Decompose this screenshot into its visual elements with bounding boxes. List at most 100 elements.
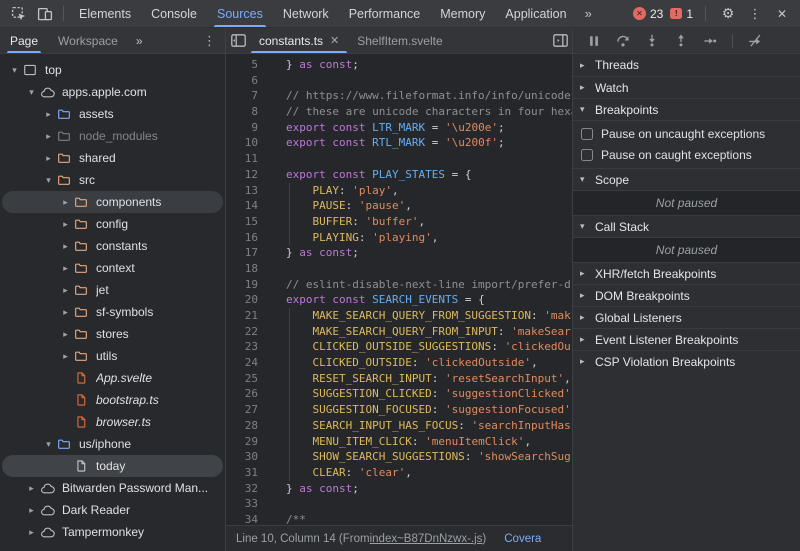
tab-performance[interactable]: Performance: [339, 0, 431, 27]
chevron-down-icon: ▾: [12, 64, 17, 75]
line-number-29[interactable]: 29: [226, 434, 276, 450]
tree-item-dark-reader[interactable]: ▸ Dark Reader: [2, 499, 223, 521]
line-number-33[interactable]: 33: [226, 496, 276, 512]
section-threads[interactable]: ▸ Threads: [573, 54, 800, 76]
line-number-6[interactable]: 6: [226, 73, 276, 89]
checkbox-pause-on-caught-exceptions[interactable]: [581, 148, 593, 161]
more-options-icon[interactable]: ⋮: [745, 3, 765, 25]
line-number-30[interactable]: 30: [226, 449, 276, 465]
inspect-element-icon[interactable]: [6, 2, 32, 26]
navigator-menu-icon[interactable]: ⋮: [194, 33, 225, 49]
section-event-listener-breakpoints[interactable]: ▸ Event Listener Breakpoints: [573, 328, 800, 350]
tab-console[interactable]: Console: [141, 0, 207, 27]
line-number-28[interactable]: 28: [226, 418, 276, 434]
line-number-13[interactable]: 13: [226, 183, 276, 199]
step-into-icon[interactable]: [644, 33, 660, 49]
coverage-link[interactable]: Covera: [504, 533, 541, 545]
line-number-14[interactable]: 14: [226, 198, 276, 214]
tree-item-components[interactable]: ▸ components: [2, 191, 223, 213]
line-number-31[interactable]: 31: [226, 465, 276, 481]
line-number-27[interactable]: 27: [226, 402, 276, 418]
tree-item-app-svelte[interactable]: App.svelte: [2, 367, 223, 389]
tree-item-utils[interactable]: ▸ utils: [2, 345, 223, 367]
checkbox-row-pause-on-caught-exceptions[interactable]: Pause on caught exceptions: [573, 144, 800, 165]
section-watch[interactable]: ▸ Watch: [573, 76, 800, 98]
line-number-10[interactable]: 10: [226, 135, 276, 151]
section-global-listeners[interactable]: ▸ Global Listeners: [573, 306, 800, 328]
line-number-23[interactable]: 23: [226, 339, 276, 355]
tree-item-constants[interactable]: ▸ constants: [2, 235, 223, 257]
tree-item-config[interactable]: ▸ config: [2, 213, 223, 235]
close-tab-icon[interactable]: ✕: [330, 34, 339, 47]
tree-item-bootstrap-ts[interactable]: bootstrap.ts: [2, 389, 223, 411]
line-number-24[interactable]: 24: [226, 355, 276, 371]
section-csp-violation-breakpoints[interactable]: ▸ CSP Violation Breakpoints: [573, 350, 800, 372]
section-dom-breakpoints[interactable]: ▸ DOM Breakpoints: [573, 284, 800, 306]
device-toolbar-icon[interactable]: [32, 2, 58, 26]
tree-item-assets[interactable]: ▸ assets: [2, 103, 223, 125]
toggle-debugger-sidebar-icon[interactable]: [548, 28, 572, 53]
section-xhr-fetch-breakpoints[interactable]: ▸ XHR/fetch Breakpoints: [573, 262, 800, 284]
line-number-15[interactable]: 15: [226, 214, 276, 230]
tree-item-node-modules[interactable]: ▸ node_modules: [2, 125, 223, 147]
tab-sources[interactable]: Sources: [207, 0, 273, 27]
line-number-18[interactable]: 18: [226, 261, 276, 277]
error-count-badge[interactable]: ✕ 23: [632, 7, 663, 21]
section-breakpoints[interactable]: ▾ Breakpoints: [573, 98, 800, 120]
line-number-12[interactable]: 12: [226, 167, 276, 183]
pause-icon[interactable]: [586, 33, 602, 49]
checkbox-pause-on-uncaught-exceptions[interactable]: [581, 127, 593, 140]
tab-memory[interactable]: Memory: [430, 0, 495, 27]
section-scope[interactable]: ▾ Scope: [573, 168, 800, 190]
checkbox-row-pause-on-uncaught-exceptions[interactable]: Pause on uncaught exceptions: [573, 123, 800, 144]
file-tab-constants-ts[interactable]: constants.ts ✕: [250, 28, 348, 53]
tree-item-src[interactable]: ▾ src: [2, 169, 223, 191]
line-number-20[interactable]: 20: [226, 292, 276, 308]
line-number-9[interactable]: 9: [226, 120, 276, 136]
tree-item-apps-apple-com[interactable]: ▾ apps.apple.com: [2, 81, 223, 103]
tree-item-stores[interactable]: ▸ stores: [2, 323, 223, 345]
tree-item-jet[interactable]: ▸ jet: [2, 279, 223, 301]
tree-item-context[interactable]: ▸ context: [2, 257, 223, 279]
step-over-icon[interactable]: [615, 33, 631, 49]
tab-network[interactable]: Network: [273, 0, 339, 27]
tree-item-bitwarden-password-man[interactable]: ▸ Bitwarden Password Man...: [2, 477, 223, 499]
line-number-19[interactable]: 19: [226, 277, 276, 293]
deactivate-breakpoints-icon[interactable]: [747, 33, 763, 49]
code-editor[interactable]: 5} as const; 6 7 // https://www.fileformat.…: [226, 54, 572, 525]
tree-item-today[interactable]: today: [2, 455, 223, 477]
settings-gear-icon[interactable]: ⚙: [718, 3, 738, 25]
tree-item-sf-symbols[interactable]: ▸ sf-symbols: [2, 301, 223, 323]
line-number-8[interactable]: 8: [226, 104, 276, 120]
sourcemap-origin-link[interactable]: index~B87DnNzwx-.js: [370, 533, 483, 545]
line-number-26[interactable]: 26: [226, 386, 276, 402]
tree-item-shared[interactable]: ▸ shared: [2, 147, 223, 169]
tree-item-top[interactable]: ▾ top: [2, 59, 223, 81]
section-call-stack[interactable]: ▾ Call Stack: [573, 215, 800, 237]
line-number-25[interactable]: 25: [226, 371, 276, 387]
line-number-32[interactable]: 32: [226, 481, 276, 497]
file-tab-shelfitem-svelte[interactable]: ShelfItem.svelte: [348, 28, 451, 53]
line-number-34[interactable]: 34: [226, 512, 276, 525]
navigator-tab-workspace[interactable]: Workspace: [48, 28, 128, 53]
line-number-16[interactable]: 16: [226, 230, 276, 246]
toggle-navigator-icon[interactable]: [226, 28, 250, 53]
tab-elements[interactable]: Elements: [69, 0, 141, 27]
line-number-5[interactable]: 5: [226, 57, 276, 73]
step-icon[interactable]: [702, 33, 718, 49]
tab-application[interactable]: Application: [495, 0, 576, 27]
more-navigator-tabs-icon[interactable]: »: [128, 34, 152, 48]
line-number-17[interactable]: 17: [226, 245, 276, 261]
line-number-22[interactable]: 22: [226, 324, 276, 340]
line-number-7[interactable]: 7: [226, 88, 276, 104]
close-devtools-icon[interactable]: ✕: [772, 3, 792, 25]
line-number-21[interactable]: 21: [226, 308, 276, 324]
tree-item-browser-ts[interactable]: browser.ts: [2, 411, 223, 433]
issue-count-badge[interactable]: ! 1: [670, 7, 693, 21]
tree-item-tampermonkey[interactable]: ▸ Tampermonkey: [2, 521, 223, 543]
tree-item-us-iphone[interactable]: ▾ us/iphone: [2, 433, 223, 455]
more-panels-icon[interactable]: »: [577, 6, 601, 21]
step-out-icon[interactable]: [673, 33, 689, 49]
navigator-tab-page[interactable]: Page: [0, 28, 48, 53]
line-number-11[interactable]: 11: [226, 151, 276, 167]
